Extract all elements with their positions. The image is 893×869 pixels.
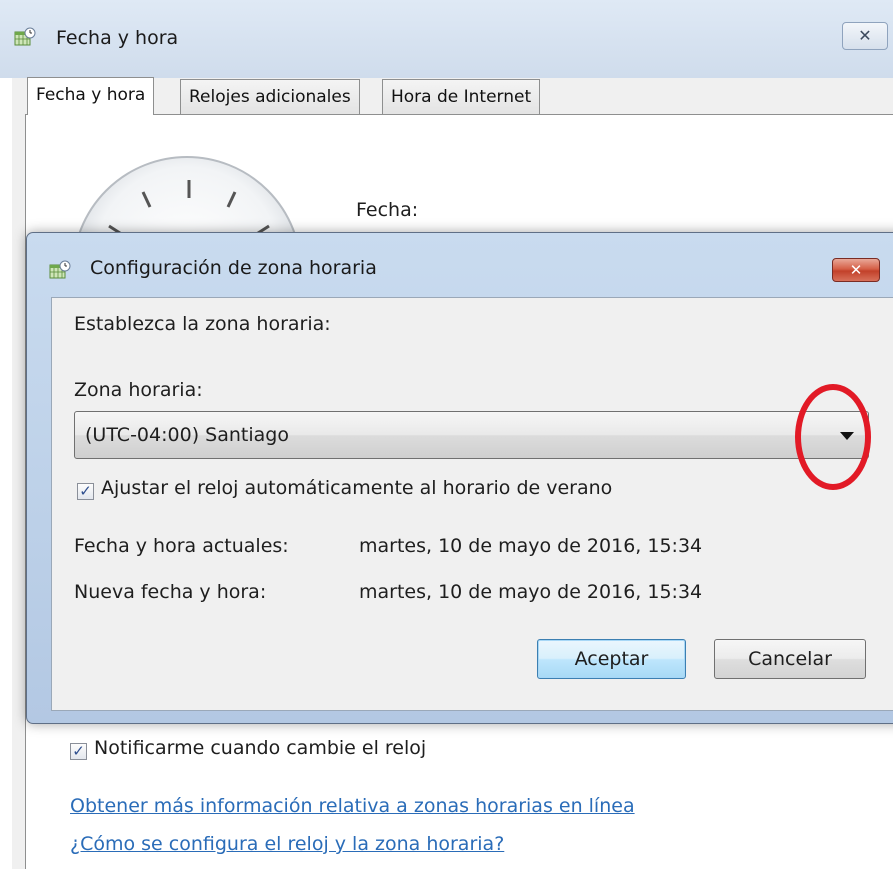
current-datetime-label: Fecha y hora actuales: <box>74 535 289 557</box>
dst-checkbox[interactable]: ✓ <box>77 483 94 500</box>
how-to-configure-link[interactable]: ¿Cómo se configura el reloj y la zona ho… <box>70 833 504 855</box>
close-icon: ✕ <box>849 261 863 279</box>
dialog-title: Configuración de zona horaria <box>90 257 377 279</box>
notify-checkbox-label: Notificarme cuando cambie el reloj <box>94 737 427 759</box>
tab-hora-de-internet[interactable]: Hora de Internet <box>382 79 541 115</box>
instruction-text: Establezca la zona horaria: <box>74 313 331 335</box>
cancel-button[interactable]: Cancelar <box>714 639 866 679</box>
close-button[interactable]: ✕ <box>842 22 888 50</box>
dst-checkbox-row[interactable]: ✓ Ajustar el reloj automáticamente al hor… <box>77 477 612 500</box>
new-datetime-label: Nueva fecha y hora: <box>74 581 267 603</box>
checkmark-icon: ✓ <box>79 482 92 500</box>
checkmark-icon: ✓ <box>72 742 85 760</box>
notify-checkbox[interactable]: ✓ <box>70 743 87 760</box>
timezone-select[interactable]: (UTC-04:00) Santiago <box>74 411 869 459</box>
timezone-info-link[interactable]: Obtener más información relativa a zonas… <box>70 795 635 817</box>
tab-relojes-adicionales[interactable]: Relojes adicionales <box>180 79 360 115</box>
timezone-select-value: (UTC-04:00) Santiago <box>85 424 289 446</box>
current-datetime-value: martes, 10 de mayo de 2016, 15:34 <box>359 535 703 557</box>
notify-checkbox-row[interactable]: ✓ Notificarme cuando cambie el reloj <box>70 737 426 760</box>
date-label: Fecha: <box>356 199 419 221</box>
dialog-close-button[interactable]: ✕ <box>832 258 880 282</box>
calendar-clock-icon <box>49 260 71 279</box>
window-title: Fecha y hora <box>56 27 179 49</box>
dst-checkbox-label: Ajustar el reloj automáticamente al hora… <box>101 477 613 499</box>
window-titlebar: Fecha y hora ✕ <box>0 0 893 78</box>
new-datetime-value: martes, 10 de mayo de 2016, 15:34 <box>359 581 703 603</box>
timezone-label: Zona horaria: <box>74 379 203 401</box>
ok-button[interactable]: Aceptar <box>537 639 686 679</box>
close-icon: ✕ <box>858 26 872 45</box>
calendar-clock-icon <box>14 27 36 46</box>
timezone-dialog: Configuración de zona horaria ✕ Establez… <box>26 232 893 724</box>
tab-fecha-y-hora[interactable]: Fecha y hora <box>27 77 155 115</box>
annotation-circle <box>795 384 871 490</box>
